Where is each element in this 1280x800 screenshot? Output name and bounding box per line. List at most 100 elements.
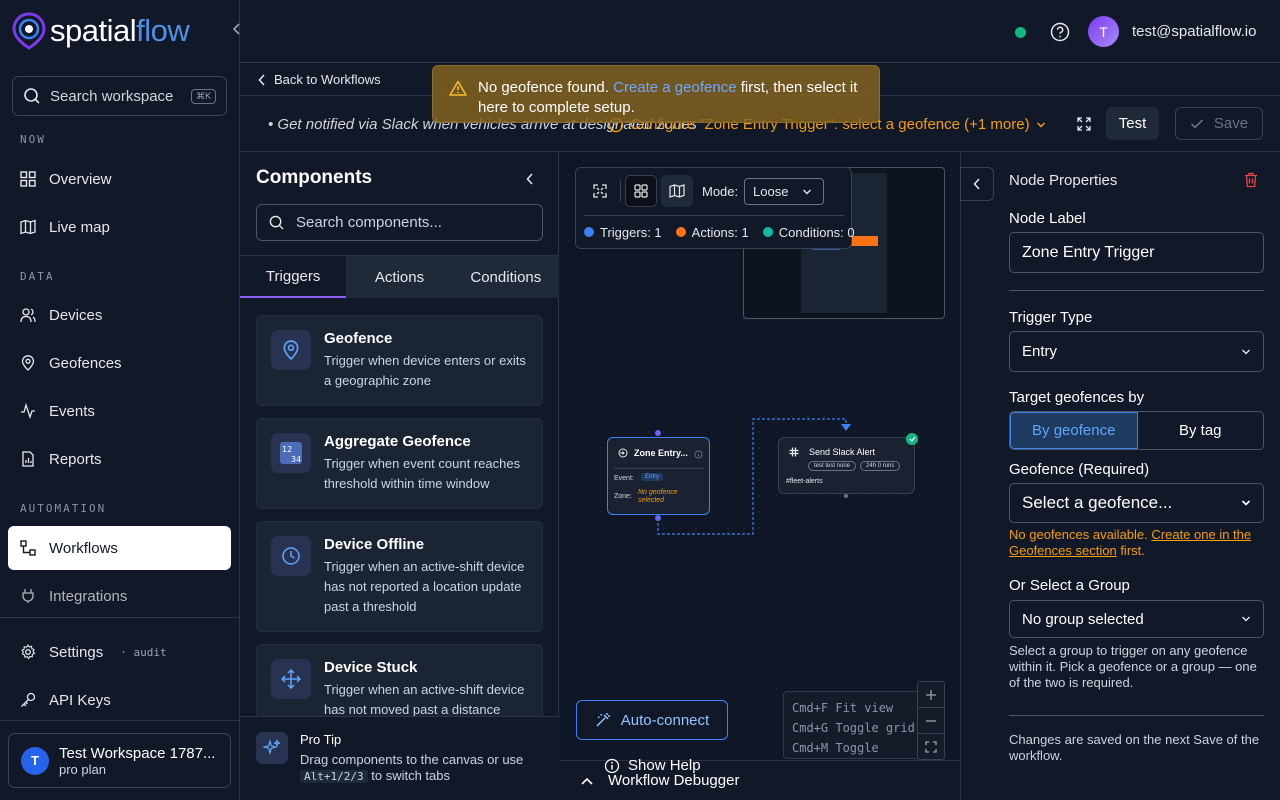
sidebar-item-label: Overview (49, 170, 112, 188)
help-icon[interactable] (1050, 22, 1070, 45)
sidebar-item-integrations[interactable]: Integrations (8, 574, 231, 618)
sidebar-item-overview[interactable]: Overview (8, 157, 231, 201)
plug-icon (22, 589, 34, 603)
fullscreen-button[interactable] (1067, 107, 1100, 140)
component-card-device-offline[interactable]: Device Offline Trigger when an active-shi… (256, 521, 543, 632)
collapse-components-icon[interactable] (526, 172, 534, 188)
test-button[interactable]: Test (1106, 107, 1159, 140)
sidebar-item-geofences[interactable]: Geofences (8, 341, 231, 385)
activity-icon (21, 403, 35, 419)
node-valid-check-icon (906, 433, 918, 445)
workspace-switcher[interactable]: T Test Workspace 1787... pro plan (8, 733, 231, 788)
zoom-out-icon[interactable] (918, 708, 944, 734)
group-select[interactable]: No group selected (1009, 600, 1264, 638)
pro-tip-desc: Drag components to the canvas or use Alt+… (300, 752, 540, 785)
collapse-properties-button[interactable] (960, 167, 994, 201)
numbers-icon: 12 34 (271, 433, 311, 473)
sidebar-item-label: Integrations (49, 587, 128, 605)
sidebar-item-workflows[interactable]: Workflows (8, 526, 231, 570)
slack-icon (789, 447, 799, 457)
group-label: Or Select a Group (1009, 577, 1130, 594)
component-card-device-stuck[interactable]: Device Stuck Trigger when an active-shift… (256, 644, 543, 724)
auto-connect-button[interactable]: Auto-connect (576, 700, 728, 740)
target-by-tag-option[interactable]: By tag (1138, 412, 1264, 449)
workspace-avatar: T (21, 746, 49, 775)
zoom-in-icon[interactable] (918, 682, 944, 708)
node-label-value: Zone Entry Trigger (1022, 243, 1155, 261)
grid-toggle-icon[interactable] (625, 175, 657, 207)
sidebar-item-reports[interactable]: Reports (8, 437, 231, 481)
back-to-workflows-link[interactable]: Back to Workflows (258, 72, 381, 87)
mode-value: Loose (753, 184, 789, 199)
sidebar-item-label: API Keys (49, 691, 111, 709)
fit-screen-icon[interactable] (918, 734, 944, 760)
sidebar-item-settings[interactable]: Settings · audit (8, 630, 231, 674)
users-icon (20, 308, 36, 323)
workflow-debugger-toggle[interactable]: Workflow Debugger (580, 772, 739, 789)
node-channel: #fleet-alerts (786, 478, 823, 485)
sidebar-item-devices[interactable]: Devices (8, 293, 231, 337)
chevron-left-icon (258, 73, 265, 86)
component-card-geofence[interactable]: Geofence Trigger when device enters or ex… (256, 315, 543, 406)
gear-icon (21, 644, 36, 660)
user-email[interactable]: test@spatialflow.io (1132, 23, 1256, 40)
sidebar-item-label: Geofences (49, 354, 122, 372)
tab-conditions[interactable]: Conditions (453, 256, 559, 298)
target-by-toggle: By geofence By tag (1009, 411, 1264, 450)
trash-icon[interactable] (1244, 172, 1258, 191)
move-icon (271, 659, 311, 699)
mode-select[interactable]: Loose (744, 178, 824, 205)
sidebar-divider (0, 617, 239, 618)
shortcut-fit-view: Cmd+F Fit view (792, 701, 894, 715)
create-geofence-toast-link[interactable]: Create a geofence (613, 79, 736, 96)
node-label-input[interactable]: Zone Entry Trigger (1009, 232, 1264, 273)
clock-icon (271, 536, 311, 576)
map-pin-icon (21, 355, 35, 371)
action-node-slack-alert[interactable]: Send Slack Alert test test none 24h 0 ru… (778, 433, 918, 494)
trigger-type-select[interactable]: Entry (1009, 331, 1264, 372)
tab-actions[interactable]: Actions (346, 256, 452, 298)
search-icon (269, 215, 284, 230)
logo-text-accent: flow (136, 13, 190, 48)
properties-divider (1009, 290, 1264, 291)
triggers-dot (584, 227, 594, 237)
sidebar-item-api-keys[interactable]: API Keys (8, 678, 231, 722)
fit-view-icon[interactable] (584, 175, 616, 207)
search-workspace-input[interactable]: Search workspace ⌘K (12, 76, 227, 116)
node-badge: 24h 0 runs (860, 461, 901, 471)
node-divider (614, 468, 704, 469)
logo-pin-icon (12, 12, 46, 50)
shortcut-toggle-grid: Cmd+G Toggle grid (792, 721, 915, 735)
grid-icon (20, 171, 36, 187)
pro-tip-title: Pro Tip (300, 732, 342, 747)
minimap-toggle-icon[interactable] (661, 175, 693, 207)
auto-connect-label: Auto-connect (620, 711, 710, 729)
toast-text: No geofence found. (478, 79, 609, 96)
sidebar-item-label: Live map (49, 218, 110, 236)
expand-icon (1076, 116, 1091, 131)
sidebar-item-events[interactable]: Events (8, 389, 231, 433)
conditions-count: Conditions: 0 (762, 225, 855, 240)
pro-tip-text-2: to switch tabs (371, 768, 450, 783)
brand-logo[interactable]: spatialflow (12, 12, 190, 50)
search-components-input[interactable]: Search components... (256, 204, 543, 241)
info-icon[interactable] (694, 446, 703, 462)
user-avatar[interactable]: T (1088, 16, 1119, 47)
chevron-down-icon (1242, 349, 1250, 354)
check-icon (1190, 118, 1203, 129)
save-button[interactable]: Save (1175, 107, 1263, 140)
target-by-geofence-option[interactable]: By geofence (1010, 412, 1138, 449)
sidebar-item-live-map[interactable]: Live map (8, 205, 231, 249)
pro-tip-text: Drag components to the canvas or use (300, 752, 524, 767)
geofence-select[interactable]: Select a geofence... (1009, 483, 1264, 523)
trigger-node-zone-entry[interactable]: Zone Entry... Event: Entry Zone: No geof… (607, 437, 710, 515)
node-badge: test test none (808, 461, 857, 471)
node-zone-value: No geofence selected (638, 489, 678, 504)
connection-status-dot (1015, 27, 1026, 38)
save-label: Save (1213, 115, 1249, 132)
warning-triangle-icon (449, 80, 467, 96)
tab-triggers[interactable]: Triggers (240, 256, 347, 298)
component-card-aggregate-geofence[interactable]: 12 34 Aggregate Geofence Trigger when even… (256, 418, 543, 509)
no-geofence-toast: No geofence found. Create a geofence fir… (432, 65, 880, 123)
workspace-plan: pro plan (59, 761, 106, 777)
